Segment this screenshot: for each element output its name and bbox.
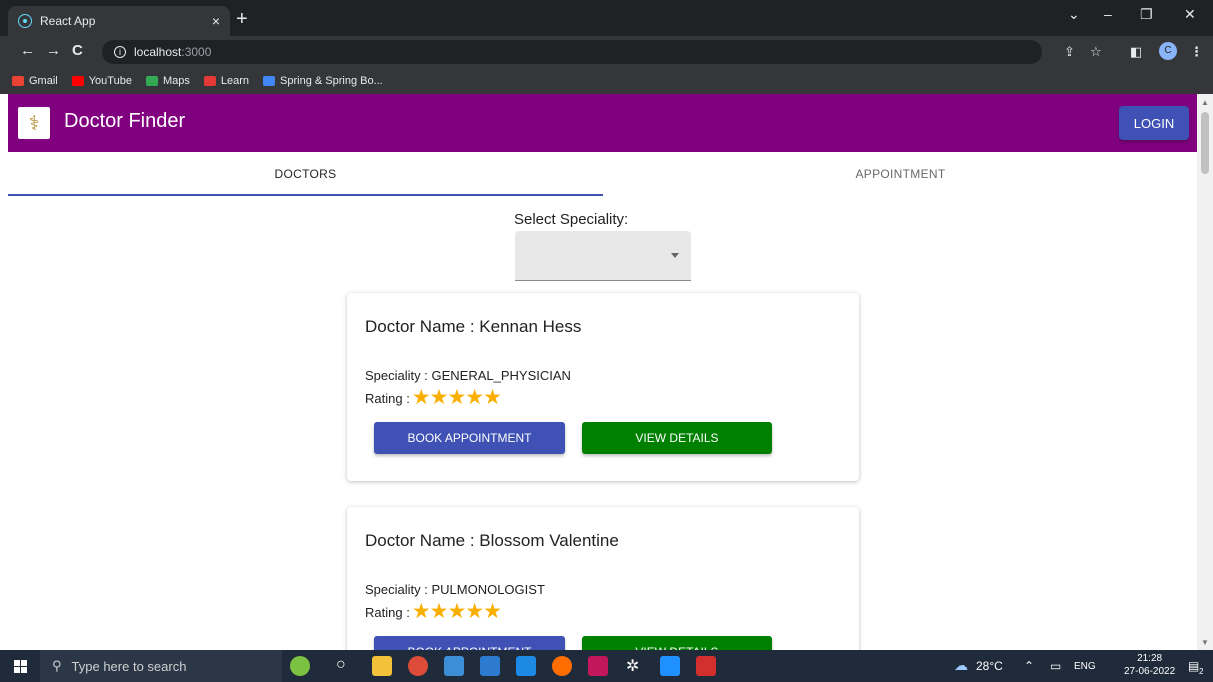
- weather-icon[interactable]: ☁: [954, 657, 968, 674]
- bookmark-maps[interactable]: Maps: [145, 75, 190, 87]
- browser-chrome: React App × + ⌄ – ❐ ✕ ← → C i localhost …: [0, 0, 1213, 94]
- star-rating-icon: ★★★★★: [411, 600, 502, 623]
- page-scrollbar[interactable]: ▲ ▼: [1197, 94, 1213, 650]
- notification-count: 2: [1199, 667, 1204, 676]
- doctor-name: Doctor Name : Kennan Hess: [365, 317, 582, 336]
- scroll-down-icon[interactable]: ▼: [1201, 638, 1209, 647]
- speciality-select[interactable]: [515, 231, 691, 281]
- close-window-button[interactable]: ✕: [1184, 6, 1196, 23]
- login-button[interactable]: LOGIN: [1119, 106, 1189, 140]
- rating-label: Rating :: [365, 390, 410, 406]
- doctor-speciality: Speciality : GENERAL_PHYSICIAN: [365, 368, 571, 383]
- rating-label: Rating :: [365, 604, 410, 620]
- speciality-label: Select Speciality:: [514, 211, 629, 228]
- widget-icon[interactable]: [290, 656, 310, 676]
- bookmark-learn[interactable]: Learn: [203, 75, 249, 87]
- tray-chevron-icon[interactable]: ⌃: [1024, 659, 1034, 673]
- task-view-icon[interactable]: ○: [336, 656, 346, 674]
- doctor-speciality: Speciality : PULMONOLOGIST: [365, 582, 545, 597]
- notifications-icon[interactable]: ▤: [1188, 659, 1199, 673]
- restore-button[interactable]: ❐: [1140, 6, 1153, 23]
- forward-icon[interactable]: →: [46, 42, 61, 59]
- side-panel-icon[interactable]: ◧: [1130, 44, 1142, 60]
- docs-icon: [263, 76, 276, 86]
- tab-close-icon[interactable]: ×: [212, 13, 220, 29]
- bookmark-spring[interactable]: Spring & Spring Bo...: [263, 75, 383, 87]
- tab-strip: React App × + ⌄ – ❐ ✕: [0, 0, 1213, 36]
- windows-start-icon[interactable]: [14, 660, 27, 673]
- tab-appointment[interactable]: APPOINTMENT: [603, 152, 1198, 196]
- caduceus-logo-icon: ⚕: [18, 107, 50, 139]
- bookmark-star-icon[interactable]: ☆: [1090, 44, 1102, 60]
- book-appointment-button[interactable]: BOOK APPOINTMENT: [374, 636, 565, 650]
- app-icon[interactable]: [480, 656, 500, 676]
- windows-taskbar: ⚲ Type here to search ○ ✲ ☁ 28°C ⌃ ▭ ENG…: [0, 650, 1213, 682]
- gmail-icon: [12, 76, 24, 86]
- bookmarks-bar: Gmail YouTube Maps Learn Spring & Spring…: [0, 68, 1213, 94]
- url-host: localhost: [134, 45, 182, 59]
- postman-icon[interactable]: [552, 656, 572, 676]
- battery-icon[interactable]: ▭: [1050, 659, 1061, 673]
- weather-temp[interactable]: 28°C: [976, 659, 1003, 673]
- acrobat-icon[interactable]: [696, 656, 716, 676]
- profile-avatar[interactable]: C: [1159, 42, 1177, 60]
- view-details-button[interactable]: VIEW DETAILS: [582, 422, 772, 454]
- bookmark-gmail[interactable]: Gmail: [12, 75, 58, 87]
- active-tab-indicator: [8, 194, 603, 196]
- bookmark-youtube[interactable]: YouTube: [71, 75, 132, 87]
- learn-icon: [203, 76, 216, 86]
- intellij-icon[interactable]: [588, 656, 608, 676]
- back-icon[interactable]: ←: [20, 42, 35, 59]
- taskbar-search[interactable]: ⚲ Type here to search: [40, 650, 282, 682]
- clock-date: 27-06-2022: [1124, 666, 1176, 677]
- doctor-rating: Rating : ★★★★★: [365, 386, 502, 409]
- language-indicator[interactable]: ENG: [1074, 661, 1096, 672]
- browser-tab[interactable]: React App ×: [8, 6, 230, 36]
- chrome-icon[interactable]: [408, 656, 428, 676]
- scrollbar-thumb[interactable]: [1201, 112, 1209, 174]
- youtube-icon: [71, 76, 84, 86]
- search-icon: ⚲: [52, 658, 62, 673]
- star-rating-icon: ★★★★★: [411, 386, 502, 409]
- photos-icon[interactable]: [516, 656, 536, 676]
- info-icon[interactable]: i: [114, 46, 126, 58]
- doctor-name: Doctor Name : Blossom Valentine: [365, 531, 619, 550]
- url-port: :3000: [181, 45, 212, 59]
- settings-gear-icon[interactable]: ✲: [626, 656, 639, 676]
- menu-icon[interactable]: ⋮: [1190, 44, 1203, 60]
- app-icon[interactable]: [444, 656, 464, 676]
- maps-icon: [145, 76, 158, 86]
- doctor-card: Doctor Name : Kennan Hess Speciality : G…: [347, 293, 859, 481]
- search-placeholder: Type here to search: [71, 658, 187, 674]
- page-viewport: ⚕ Doctor Finder LOGIN DOCTORS APPOINTMEN…: [0, 94, 1213, 650]
- clock[interactable]: 21:28 27-06-2022: [1124, 652, 1175, 678]
- tab-search-icon[interactable]: ⌄: [1068, 6, 1080, 23]
- scroll-up-icon[interactable]: ▲: [1201, 98, 1209, 107]
- minimize-button[interactable]: –: [1104, 6, 1112, 22]
- app-title: Doctor Finder: [64, 110, 186, 132]
- main-tabs: DOCTORS APPOINTMENT: [8, 152, 1197, 196]
- doctor-rating: Rating : ★★★★★: [365, 600, 502, 623]
- tab-doctors[interactable]: DOCTORS: [8, 152, 603, 196]
- share-icon[interactable]: ⇪: [1064, 44, 1075, 60]
- book-appointment-button[interactable]: BOOK APPOINTMENT: [374, 422, 565, 454]
- app-header: ⚕ Doctor Finder LOGIN: [8, 94, 1197, 152]
- view-details-button[interactable]: VIEW DETAILS: [582, 636, 772, 650]
- clock-time: 21:28: [1137, 653, 1163, 664]
- react-icon: [18, 14, 32, 28]
- vscode-icon[interactable]: [660, 656, 680, 676]
- browser-toolbar: ← → C i localhost :3000 ⇪ ☆ ◧ ⋮: [0, 36, 1213, 68]
- doctor-card: Doctor Name : Blossom Valentine Speciali…: [347, 507, 859, 650]
- address-bar[interactable]: i localhost :3000: [102, 40, 1042, 64]
- file-explorer-icon[interactable]: [372, 656, 392, 676]
- dropdown-arrow-icon: [671, 253, 679, 258]
- tab-title: React App: [40, 14, 96, 28]
- new-tab-button[interactable]: +: [236, 8, 248, 30]
- reload-icon[interactable]: C: [72, 42, 83, 59]
